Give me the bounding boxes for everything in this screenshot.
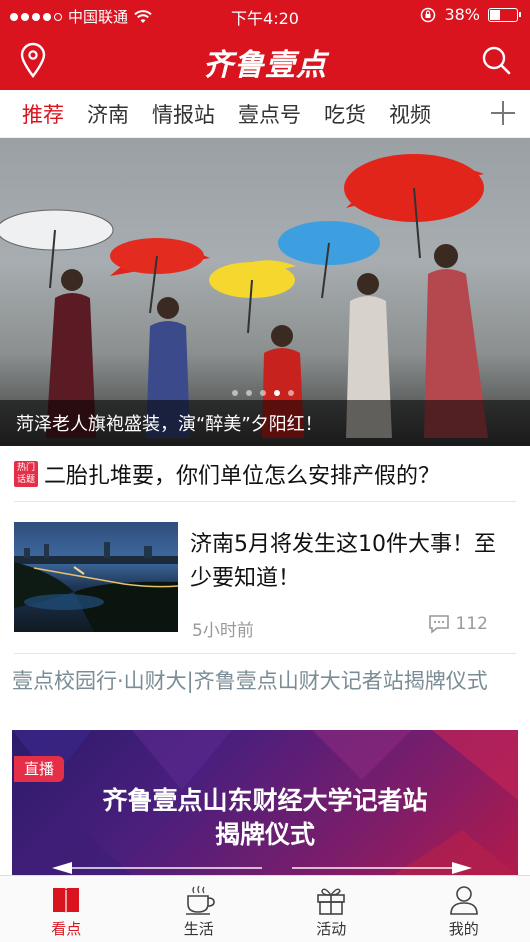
channel-tab[interactable]: 吃货 <box>324 99 366 129</box>
status-right: 38% <box>420 5 521 24</box>
article-title: 济南5月将发生这10件大事！至少要知道！ <box>190 532 496 591</box>
channel-tab[interactable]: 视频 <box>389 99 431 129</box>
coffee-cup-icon <box>185 885 215 915</box>
carousel-dot[interactable] <box>246 390 252 396</box>
hot-badge-line2: 话题 <box>16 474 35 485</box>
tab-kandian[interactable]: 看点 <box>0 876 133 942</box>
hot-badge-line1: 热门 <box>16 462 35 473</box>
tab-huodong[interactable]: 活动 <box>265 876 398 942</box>
gift-icon <box>317 888 346 915</box>
article-comments[interactable]: 112 <box>428 614 488 634</box>
hot-topic-badge: 热门 话题 <box>14 460 38 487</box>
night-city-image <box>14 542 178 632</box>
hero-caption[interactable]: 菏泽老人旗袍盛装，演“醉美”夕阳红！ <box>0 400 530 446</box>
comment-count: 112 <box>455 614 488 634</box>
book-icon <box>53 888 80 914</box>
live-banner-line2: 揭牌仪式 <box>214 820 315 849</box>
channel-tab[interactable]: 壹点号 <box>238 99 301 129</box>
app-logo: 齐鲁壹点 <box>203 48 327 83</box>
article-time: 5小时前 <box>192 621 254 641</box>
tab-label: 看点 <box>51 920 82 938</box>
hot-topic-row[interactable]: 热门 话题 二胎扎堆要，你们单位怎么安排产假的？ <box>14 446 516 502</box>
live-item-title[interactable]: 壹点校园行·山财大|齐鲁壹点山财大记者站揭牌仪式 <box>12 666 512 696</box>
battery-icon <box>488 7 521 22</box>
channel-tab[interactable]: 情报站 <box>152 99 215 129</box>
carousel-dot[interactable] <box>232 390 238 396</box>
status-bar: 中国联通 下午4:20 38% <box>0 0 530 30</box>
carousel-dot[interactable] <box>288 390 294 396</box>
comment-icon <box>428 615 449 634</box>
carousel-indicators <box>232 390 294 396</box>
hot-topic-title: 二胎扎堆要，你们单位怎么安排产假的？ <box>44 463 441 489</box>
live-banner[interactable]: 直播 齐鲁壹点山东财经大学记者站 揭牌仪式 <box>12 730 518 876</box>
live-badge: 直播 <box>14 756 65 782</box>
tab-wode[interactable]: 我的 <box>398 876 530 942</box>
hero-carousel[interactable]: 菏泽老人旗袍盛装，演“醉美”夕阳红！ <box>0 138 530 446</box>
carousel-dot-active[interactable] <box>274 390 280 396</box>
channel-tabs: 推荐 济南 情报站 壹点号 吃货 视频 <box>0 90 530 138</box>
user-icon <box>449 886 478 915</box>
battery-percent: 38% <box>444 5 480 24</box>
add-channel-icon[interactable] <box>488 98 518 128</box>
live-banner-line1: 齐鲁壹点山东财经大学记者站 <box>102 786 428 815</box>
orientation-lock-icon <box>421 7 436 22</box>
news-article-item[interactable]: 济南5月将发生这10件大事！至少要知道！ 5小时前 112 <box>14 502 516 654</box>
channel-tab[interactable]: 推荐 <box>22 99 64 129</box>
live-banner-text: 齐鲁壹点山东财经大学记者站 揭牌仪式 <box>12 784 518 852</box>
tab-shenghuo[interactable]: 生活 <box>133 876 266 942</box>
tab-label: 我的 <box>448 920 479 938</box>
battery-fill <box>490 9 500 20</box>
carousel-dot[interactable] <box>260 390 266 396</box>
article-thumbnail <box>14 522 178 632</box>
tab-label: 生活 <box>183 920 214 938</box>
app-header: 中国联通 下午4:20 38% 齐鲁壹点 <box>0 0 530 90</box>
search-icon[interactable] <box>480 44 512 76</box>
channel-tab[interactable]: 济南 <box>87 99 129 129</box>
nav-bar: 齐鲁壹点 <box>0 30 530 90</box>
bottom-tab-bar: 看点 生活 活动 我的 <box>0 875 530 942</box>
tab-label: 活动 <box>316 920 347 938</box>
